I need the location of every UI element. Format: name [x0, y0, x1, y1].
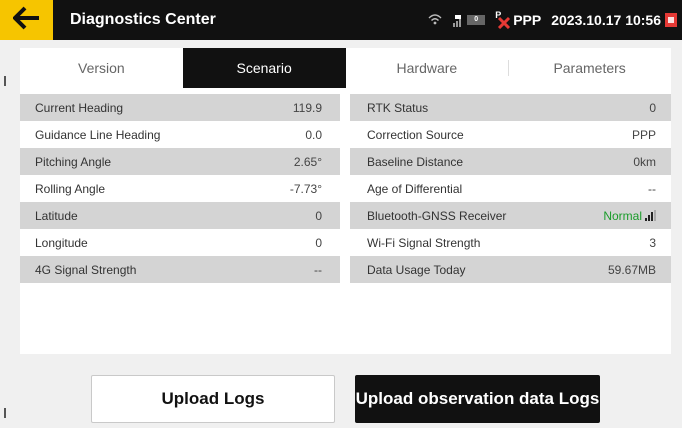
- row-value: 59.67MB: [607, 262, 656, 277]
- row-label: Latitude: [35, 208, 78, 223]
- row-label: RTK Status: [367, 100, 429, 115]
- satellite-icon: [452, 14, 464, 27]
- signal-bars-icon: [644, 210, 656, 221]
- row-value: 0: [649, 100, 656, 115]
- table-row: 4G Signal Strength --: [20, 256, 340, 283]
- tab-divider: [508, 60, 510, 76]
- scenario-left-column: Current Heading 119.9 Guidance Line Headi…: [20, 94, 340, 283]
- alert-icon[interactable]: [665, 13, 677, 27]
- row-value: 119.9: [292, 100, 322, 115]
- upload-observation-logs-button[interactable]: Upload observation data Logs: [355, 375, 600, 423]
- row-label: Age of Differential: [367, 181, 463, 196]
- table-row: Bluetooth-GNSS Receiver Normal: [350, 202, 671, 229]
- table-row: Longitude 0: [20, 229, 340, 256]
- satellite-count-badge: 0: [467, 15, 486, 25]
- row-label: Longitude: [35, 235, 88, 250]
- row-value: --: [648, 181, 656, 196]
- tab-parameters-label: Parameters: [553, 60, 626, 76]
- upload-logs-button[interactable]: Upload Logs: [91, 375, 335, 423]
- table-row: Correction Source PPP: [350, 121, 671, 148]
- row-value: Normal: [603, 208, 642, 223]
- row-label: Data Usage Today: [367, 262, 466, 277]
- table-row: Pitching Angle 2.65°: [20, 148, 340, 175]
- row-label: 4G Signal Strength: [35, 262, 137, 277]
- table-row: RTK Status 0: [350, 94, 671, 121]
- top-bar: Diagnostics Center 0 P PPP 2023.10.17 10…: [0, 0, 682, 40]
- arrow-left-icon: [11, 6, 41, 35]
- row-value: --: [314, 262, 322, 277]
- table-row: Baseline Distance 0km: [350, 148, 671, 175]
- bluetooth-status-value: Normal: [603, 209, 656, 223]
- wifi-icon: [428, 12, 442, 28]
- row-value: 0: [315, 208, 322, 223]
- row-value: -7.73°: [289, 181, 322, 196]
- row-label: Correction Source: [367, 127, 464, 142]
- edge-indicator: [4, 408, 6, 418]
- tab-hardware[interactable]: Hardware: [346, 48, 509, 88]
- ppp-error-icon: P: [495, 10, 511, 29]
- table-row: Latitude 0: [20, 202, 340, 229]
- satellite-status: 0: [452, 14, 486, 27]
- datetime-label: 2023.10.17 10:56: [551, 12, 661, 28]
- row-value: 2.65°: [293, 154, 322, 169]
- tab-scenario[interactable]: Scenario: [182, 48, 346, 88]
- row-value: PPP: [631, 127, 656, 142]
- table-row: Guidance Line Heading 0.0: [20, 121, 340, 148]
- tab-bar: Version Scenario Hardware Parameters: [20, 48, 671, 88]
- table-row: Current Heading 119.9: [20, 94, 340, 121]
- row-label: Bluetooth-GNSS Receiver: [367, 208, 507, 223]
- page-title: Diagnostics Center: [70, 11, 216, 28]
- table-row: Wi-Fi Signal Strength 3: [350, 229, 671, 256]
- diagnostics-panel: Version Scenario Hardware Parameters Cur…: [20, 48, 671, 354]
- row-label: Baseline Distance: [367, 154, 464, 169]
- row-label: Rolling Angle: [35, 181, 106, 196]
- row-value: 0km: [633, 154, 656, 169]
- row-label: Wi-Fi Signal Strength: [367, 235, 481, 250]
- row-label: Guidance Line Heading: [35, 127, 161, 142]
- row-label: Current Heading: [35, 100, 124, 115]
- table-row: Age of Differential --: [350, 175, 671, 202]
- edge-indicator: [4, 76, 6, 86]
- row-label: Pitching Angle: [35, 154, 112, 169]
- tab-parameters[interactable]: Parameters: [508, 48, 671, 88]
- status-bar: 0 P PPP 2023.10.17 10:56: [428, 0, 682, 40]
- row-value: 0: [315, 235, 322, 250]
- scenario-right-column: RTK Status 0 Correction Source PPP Baselin…: [350, 94, 671, 283]
- table-row: Data Usage Today 59.67MB: [350, 256, 671, 283]
- tab-version[interactable]: Version: [20, 48, 183, 88]
- back-button[interactable]: [0, 0, 53, 40]
- row-value: 0.0: [305, 127, 322, 142]
- network-mode-label: PPP: [513, 12, 542, 28]
- table-row: Rolling Angle -7.73°: [20, 175, 340, 202]
- row-value: 3: [649, 235, 656, 250]
